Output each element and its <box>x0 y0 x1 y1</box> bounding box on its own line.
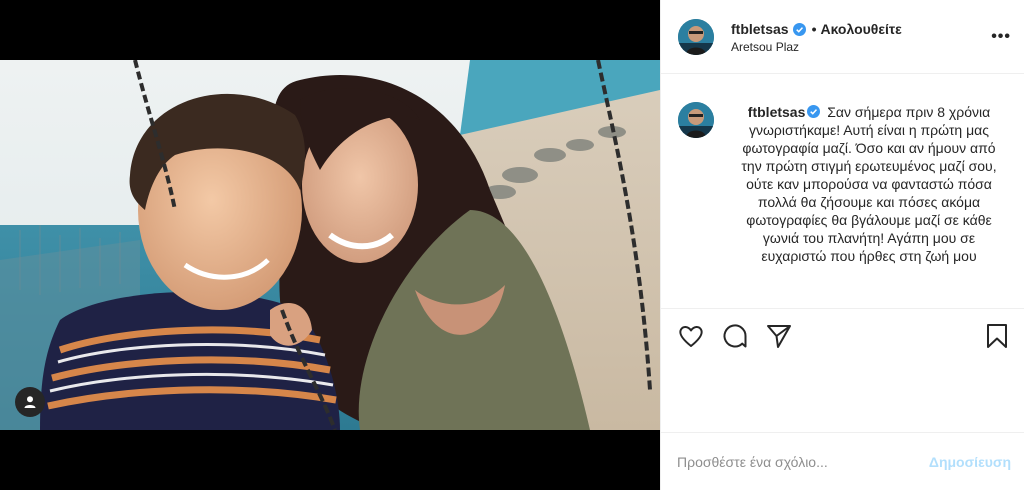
post-photo[interactable] <box>0 60 660 430</box>
location-link[interactable]: Aretsou Plaz <box>731 40 799 54</box>
comment-bar: Δημοσίευση <box>661 432 1024 490</box>
post-sidebar: ftbletsas • Ακολουθείτε Aretsou Plaz •••… <box>660 0 1024 490</box>
caption-username-link[interactable]: ftbletsas <box>748 104 806 120</box>
comment-icon <box>723 324 747 348</box>
comment-input[interactable] <box>677 451 917 473</box>
follow-separator: • <box>811 21 817 37</box>
avatar[interactable] <box>678 19 714 55</box>
following-button[interactable]: Ακολουθείτε <box>820 21 901 37</box>
caption-avatar[interactable] <box>678 102 714 138</box>
verified-badge-icon <box>792 22 806 36</box>
comment-button[interactable] <box>721 322 749 350</box>
caption-area: ftbletsas Σαν σήμερα πριν 8 χρόνια γνωρι… <box>661 74 1024 304</box>
save-button[interactable] <box>983 322 1011 350</box>
post-header: ftbletsas • Ακολουθείτε Aretsou Plaz ••• <box>661 0 1024 74</box>
share-icon <box>767 325 791 348</box>
more-options-button[interactable]: ••• <box>991 28 1011 46</box>
share-button[interactable] <box>765 322 793 350</box>
tagged-users-button[interactable] <box>15 387 45 417</box>
action-bar <box>661 308 1024 364</box>
bookmark-icon <box>987 324 1007 348</box>
user-icon <box>24 396 36 408</box>
heart-icon <box>679 326 703 347</box>
username-link[interactable]: ftbletsas <box>731 21 789 37</box>
verified-badge-icon <box>807 105 821 118</box>
like-button[interactable] <box>677 322 705 350</box>
caption: ftbletsas Σαν σήμερα πριν 8 χρόνια γνωρι… <box>734 103 1004 265</box>
header-user-line: ftbletsas • Ακολουθείτε <box>731 21 902 37</box>
post-comment-button[interactable]: Δημοσίευση <box>929 454 1011 470</box>
post-media <box>0 0 660 490</box>
caption-text: Σαν σήμερα πριν 8 χρόνια γνωριστήκαμε! Α… <box>741 104 997 264</box>
